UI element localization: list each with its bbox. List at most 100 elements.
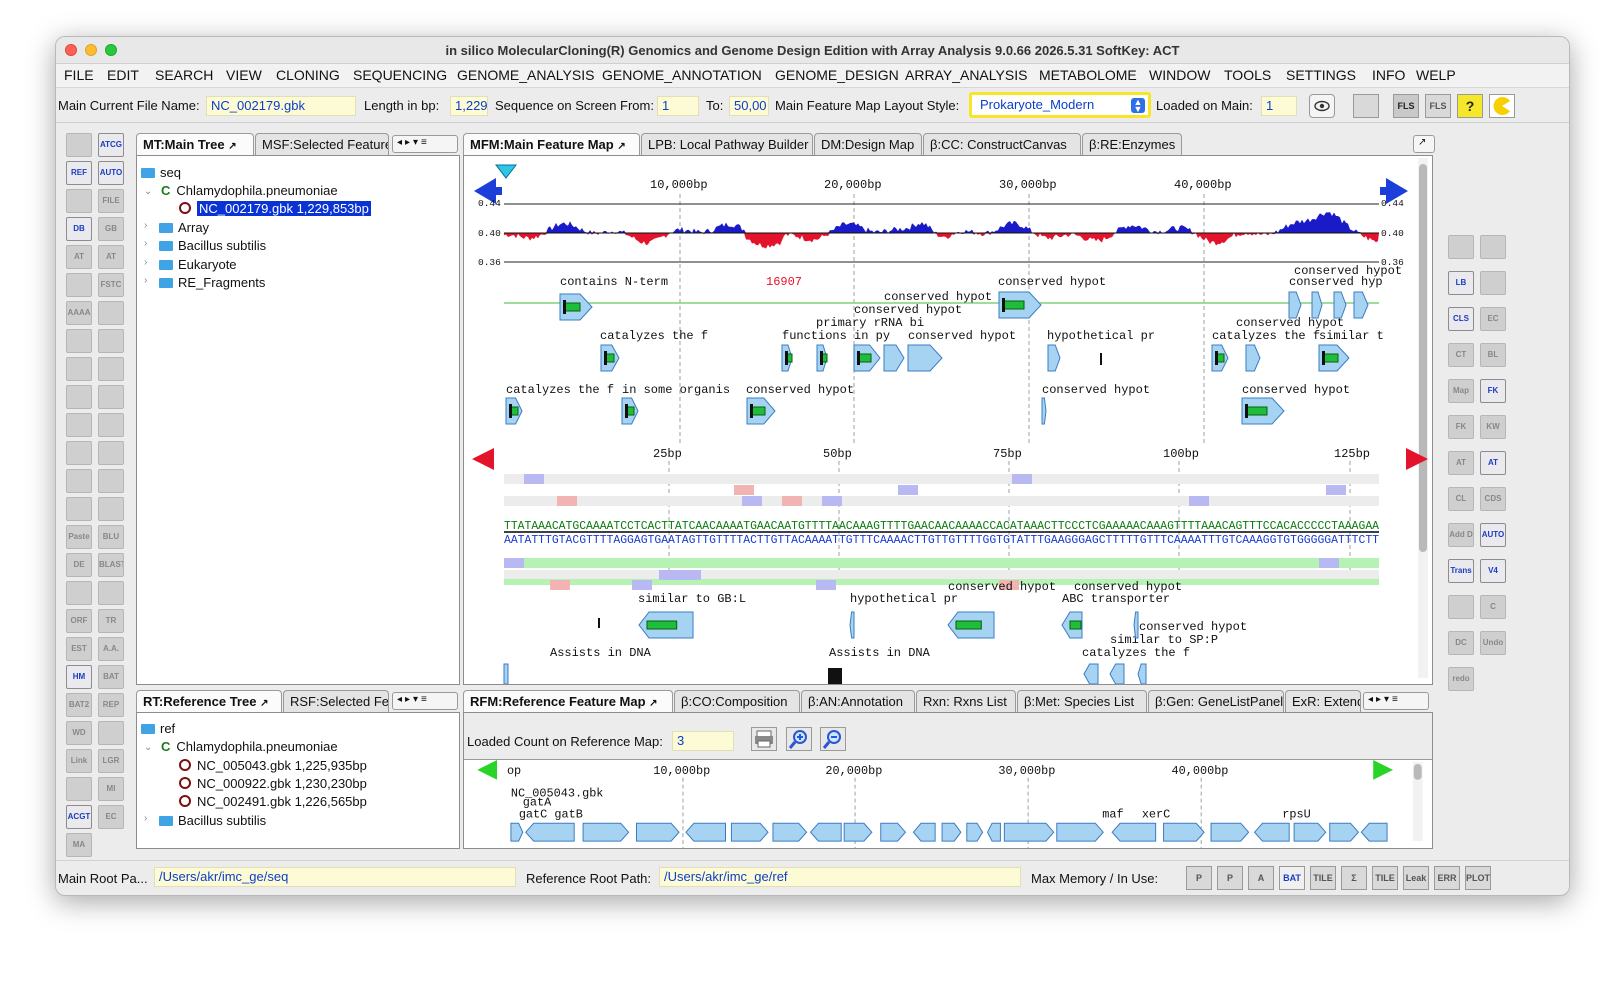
menu-metabolome[interactable]: METABOLOME xyxy=(1039,67,1137,83)
tab-design-map[interactable]: DM:Design Map xyxy=(814,133,922,155)
sequence-feature-block[interactable] xyxy=(550,580,570,590)
left-tool-button[interactable]: WD xyxy=(66,721,92,745)
ref-gene[interactable] xyxy=(510,822,524,842)
reverse-gene-feature[interactable] xyxy=(1061,611,1083,639)
right-tool-button[interactable]: CT xyxy=(1448,343,1474,367)
left-tool-button[interactable] xyxy=(98,581,124,605)
main-feature-map[interactable]: 10,000bp 20,000bp 30,000bp 40,000bp 0.44 0.4… xyxy=(463,155,1433,685)
menu-genome-analysis[interactable]: GENOME_ANALYSIS xyxy=(457,67,594,83)
status-tool-button[interactable]: ERR xyxy=(1434,866,1460,890)
ref-scrollbar-thumb[interactable] xyxy=(1413,763,1422,780)
menu-genome-annotation[interactable]: GENOME_ANNOTATION xyxy=(602,67,762,83)
reverse-gene-feature[interactable] xyxy=(1083,663,1099,684)
bottom-feature-label[interactable]: Assists in DNA xyxy=(550,646,652,660)
ref-gene[interactable] xyxy=(1163,822,1205,842)
chevron-right-icon[interactable]: › xyxy=(144,257,147,268)
left-tool-button[interactable] xyxy=(66,441,92,465)
status-tool-button[interactable]: P xyxy=(1217,866,1243,890)
left-tool-button[interactable] xyxy=(98,385,124,409)
tree-node-re-fragments[interactable]: RE_Fragments xyxy=(159,275,265,290)
bottom-feature-label[interactable]: catalyzes the f xyxy=(1082,646,1190,660)
tab-enzymes[interactable]: β:RE:Enzymes xyxy=(1082,133,1182,155)
ref-gene[interactable] xyxy=(730,822,769,842)
chevron-right-icon[interactable]: › xyxy=(144,220,147,231)
left-tool-button[interactable] xyxy=(66,413,92,437)
ref-gene-label[interactable]: gatC gatB xyxy=(519,807,583,821)
ref-gene[interactable] xyxy=(1293,822,1327,842)
sequence-feature-block[interactable] xyxy=(822,496,842,506)
tab-annotation[interactable]: β:AN:Annotation xyxy=(801,690,915,712)
menu-file[interactable]: FILE xyxy=(64,67,94,83)
left-tool-button[interactable] xyxy=(98,469,124,493)
layout-style-select[interactable]: Prokaryote_Modern ▲ ▼ xyxy=(969,92,1151,118)
tree-node-ref-file[interactable]: NC_005043.gbk 1,225,935bp xyxy=(179,758,367,773)
gene-feature[interactable] xyxy=(1245,344,1261,372)
gene-feature[interactable] xyxy=(1211,344,1229,372)
feature-label[interactable]: functions in py xyxy=(782,329,890,343)
right-tool-button[interactable] xyxy=(1448,235,1474,259)
sequence-feature-block[interactable] xyxy=(898,485,918,495)
left-tool-button[interactable] xyxy=(66,581,92,605)
bottom-feature-label[interactable]: hypothetical pr xyxy=(850,592,958,606)
ref-gene-label[interactable]: maf xyxy=(1102,807,1123,821)
gene-feature[interactable] xyxy=(816,344,828,372)
right-tool-button[interactable]: DC xyxy=(1448,631,1474,655)
feature-track[interactable]: contains N-term 16907 conserved hypotconse… xyxy=(504,264,1402,425)
pacman-icon[interactable] xyxy=(1489,94,1515,118)
left-tool-button[interactable]: ORF xyxy=(66,609,92,633)
tree-node-ref-bacillus[interactable]: Bacillus subtilis xyxy=(159,813,266,828)
tree-node-array[interactable]: Array xyxy=(159,220,209,235)
left-tool-button[interactable]: BLU xyxy=(98,525,124,549)
right-tool-button[interactable]: CLS xyxy=(1448,307,1474,331)
ref-gene[interactable] xyxy=(1111,822,1157,842)
gene-feature[interactable] xyxy=(1241,397,1285,425)
sequence-feature-block[interactable] xyxy=(524,474,544,484)
ref-gene[interactable] xyxy=(1329,822,1360,842)
view-position-marker[interactable] xyxy=(494,164,518,179)
sequence-feature-block[interactable] xyxy=(1326,485,1346,495)
tab-main-tree[interactable]: MT:Main Tree ↗ xyxy=(136,133,254,155)
ref-gene-label[interactable]: xerC xyxy=(1142,807,1170,821)
status-tool-button[interactable]: Leak xyxy=(1403,866,1429,890)
menu-window[interactable]: WINDOW xyxy=(1149,67,1210,83)
from-field[interactable]: 1 xyxy=(657,96,699,116)
length-field[interactable]: 1,229 xyxy=(450,96,488,116)
chevron-down-icon[interactable]: ⌄ xyxy=(144,186,152,197)
left-tool-button[interactable] xyxy=(98,413,124,437)
feature-label[interactable]: conserved hypot xyxy=(854,303,962,317)
bottom-feature-track[interactable]: similar to GB:L hypothetical prconserved … xyxy=(503,580,1247,684)
bottom-feature-label[interactable]: conserved hypot xyxy=(948,580,1056,594)
sequence-feature-block[interactable] xyxy=(742,496,762,506)
left-tool-button[interactable]: DB xyxy=(66,217,92,241)
tab-rxns-list[interactable]: Rxn: Rxns List xyxy=(916,690,1016,712)
gene-feature[interactable] xyxy=(600,344,620,372)
sequence-feature-block[interactable] xyxy=(734,485,754,495)
ref-gene[interactable] xyxy=(1210,822,1250,842)
grid-view-icon[interactable] xyxy=(1353,94,1379,118)
ref-gene-track[interactable]: gatAgatC gatB maf xerC rpsU xyxy=(510,795,1388,842)
menu-genome-design[interactable]: GENOME_DESIGN xyxy=(775,67,899,83)
left-tool-button[interactable] xyxy=(98,441,124,465)
to-field[interactable]: 50,00 xyxy=(729,96,769,116)
file-name-field[interactable]: NC_002179.gbk xyxy=(206,96,356,116)
right-tool-button[interactable]: redo xyxy=(1448,667,1474,691)
feature-label[interactable]: in some organis xyxy=(622,383,730,397)
ref-gene[interactable] xyxy=(582,822,630,842)
gene-feature[interactable] xyxy=(1353,291,1369,319)
fls-secondary-button[interactable]: FLS xyxy=(1425,94,1451,118)
reverse-gene-feature[interactable] xyxy=(947,611,995,639)
feature-label[interactable]: conserved hypot xyxy=(884,290,992,304)
main-feature-map-canvas[interactable]: 10,000bp 20,000bp 30,000bp 40,000bp 0.44 0.4… xyxy=(464,156,1432,684)
right-tool-button[interactable] xyxy=(1480,235,1506,259)
gene-feature[interactable] xyxy=(883,344,905,372)
menu-sequencing[interactable]: SEQUENCING xyxy=(353,67,447,83)
sequence-feature-block[interactable] xyxy=(1319,558,1339,568)
gene-feature[interactable] xyxy=(781,344,793,372)
right-tool-button[interactable]: CL xyxy=(1448,487,1474,511)
feature-label[interactable]: hypothetical pr xyxy=(1047,329,1155,343)
right-tool-button[interactable]: Map xyxy=(1448,379,1474,403)
left-tool-button[interactable]: BAT2 xyxy=(66,693,92,717)
sequence-feature-block[interactable] xyxy=(782,496,802,506)
scrollbar-thumb[interactable] xyxy=(1419,164,1427,552)
ref-gene[interactable] xyxy=(843,822,873,842)
